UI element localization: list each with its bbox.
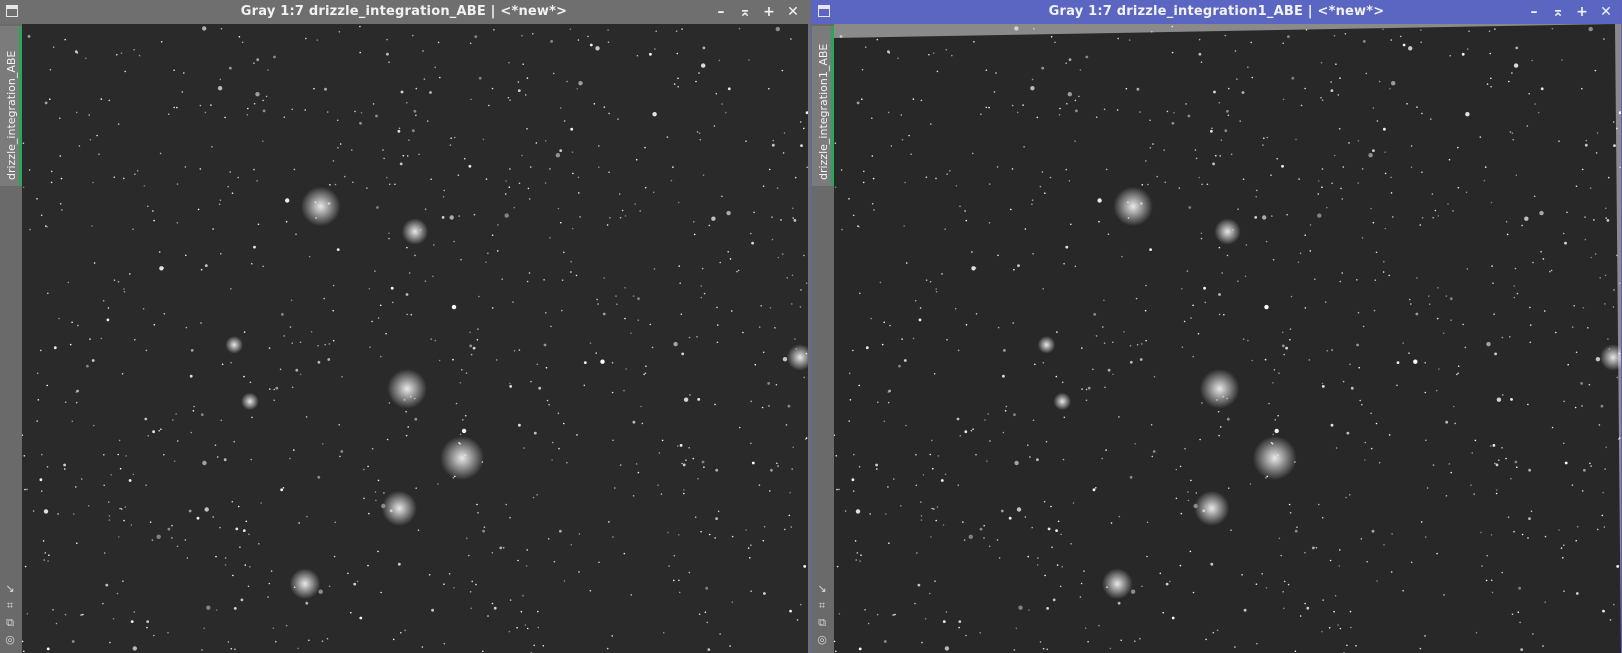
maximize-icon[interactable]: + [760, 3, 778, 21]
shade-icon[interactable]: ⌅ [736, 3, 754, 21]
star-field-image [834, 24, 1621, 653]
view-tab-left[interactable]: drizzle_integration_ABE [0, 26, 22, 186]
titlebar-right[interactable]: Gray 1:7 drizzle_integration1_ABE | <*ne… [812, 0, 1621, 25]
arrow-diagonal-icon[interactable]: ↘ [3, 582, 17, 596]
target-icon[interactable]: ◎ [815, 633, 829, 647]
image-view-left[interactable] [22, 24, 808, 653]
view-tab-label: drizzle_integration1_ABE [817, 43, 830, 180]
window-title-right: Gray 1:7 drizzle_integration1_ABE | <*ne… [1048, 4, 1385, 19]
view-tab-right[interactable]: drizzle_integration1_ABE [812, 26, 834, 186]
view-tab-label: drizzle_integration_ABE [5, 50, 18, 180]
sidebar-right: drizzle_integration1_ABE ↘ ⌗ ⧉ ◎ [812, 24, 834, 653]
image-window-right[interactable]: Gray 1:7 drizzle_integration1_ABE | <*ne… [811, 0, 1622, 653]
image-view-right[interactable] [834, 24, 1621, 653]
close-icon[interactable]: ✕ [784, 3, 802, 21]
zoom-fit-icon[interactable]: ⌗ [815, 599, 829, 613]
minimize-icon[interactable]: – [1525, 3, 1543, 21]
maximize-icon[interactable]: + [1573, 3, 1591, 21]
star-field-image [22, 24, 808, 653]
shade-icon[interactable]: ⌅ [1549, 3, 1567, 21]
image-window-left[interactable]: Gray 1:7 drizzle_integration_ABE | <*new… [0, 0, 808, 653]
arrow-diagonal-icon[interactable]: ↘ [815, 582, 829, 596]
clone-icon[interactable]: ⧉ [3, 616, 17, 630]
clone-icon[interactable]: ⧉ [815, 616, 829, 630]
close-icon[interactable]: ✕ [1597, 3, 1615, 21]
sidebar-left: drizzle_integration_ABE ↘ ⌗ ⧉ ◎ [0, 24, 22, 653]
zoom-fit-icon[interactable]: ⌗ [3, 599, 17, 613]
target-icon[interactable]: ◎ [3, 633, 17, 647]
window-title-left: Gray 1:7 drizzle_integration_ABE | <*new… [240, 4, 568, 19]
titlebar-left[interactable]: Gray 1:7 drizzle_integration_ABE | <*new… [0, 0, 808, 25]
minimize-icon[interactable]: – [712, 3, 730, 21]
